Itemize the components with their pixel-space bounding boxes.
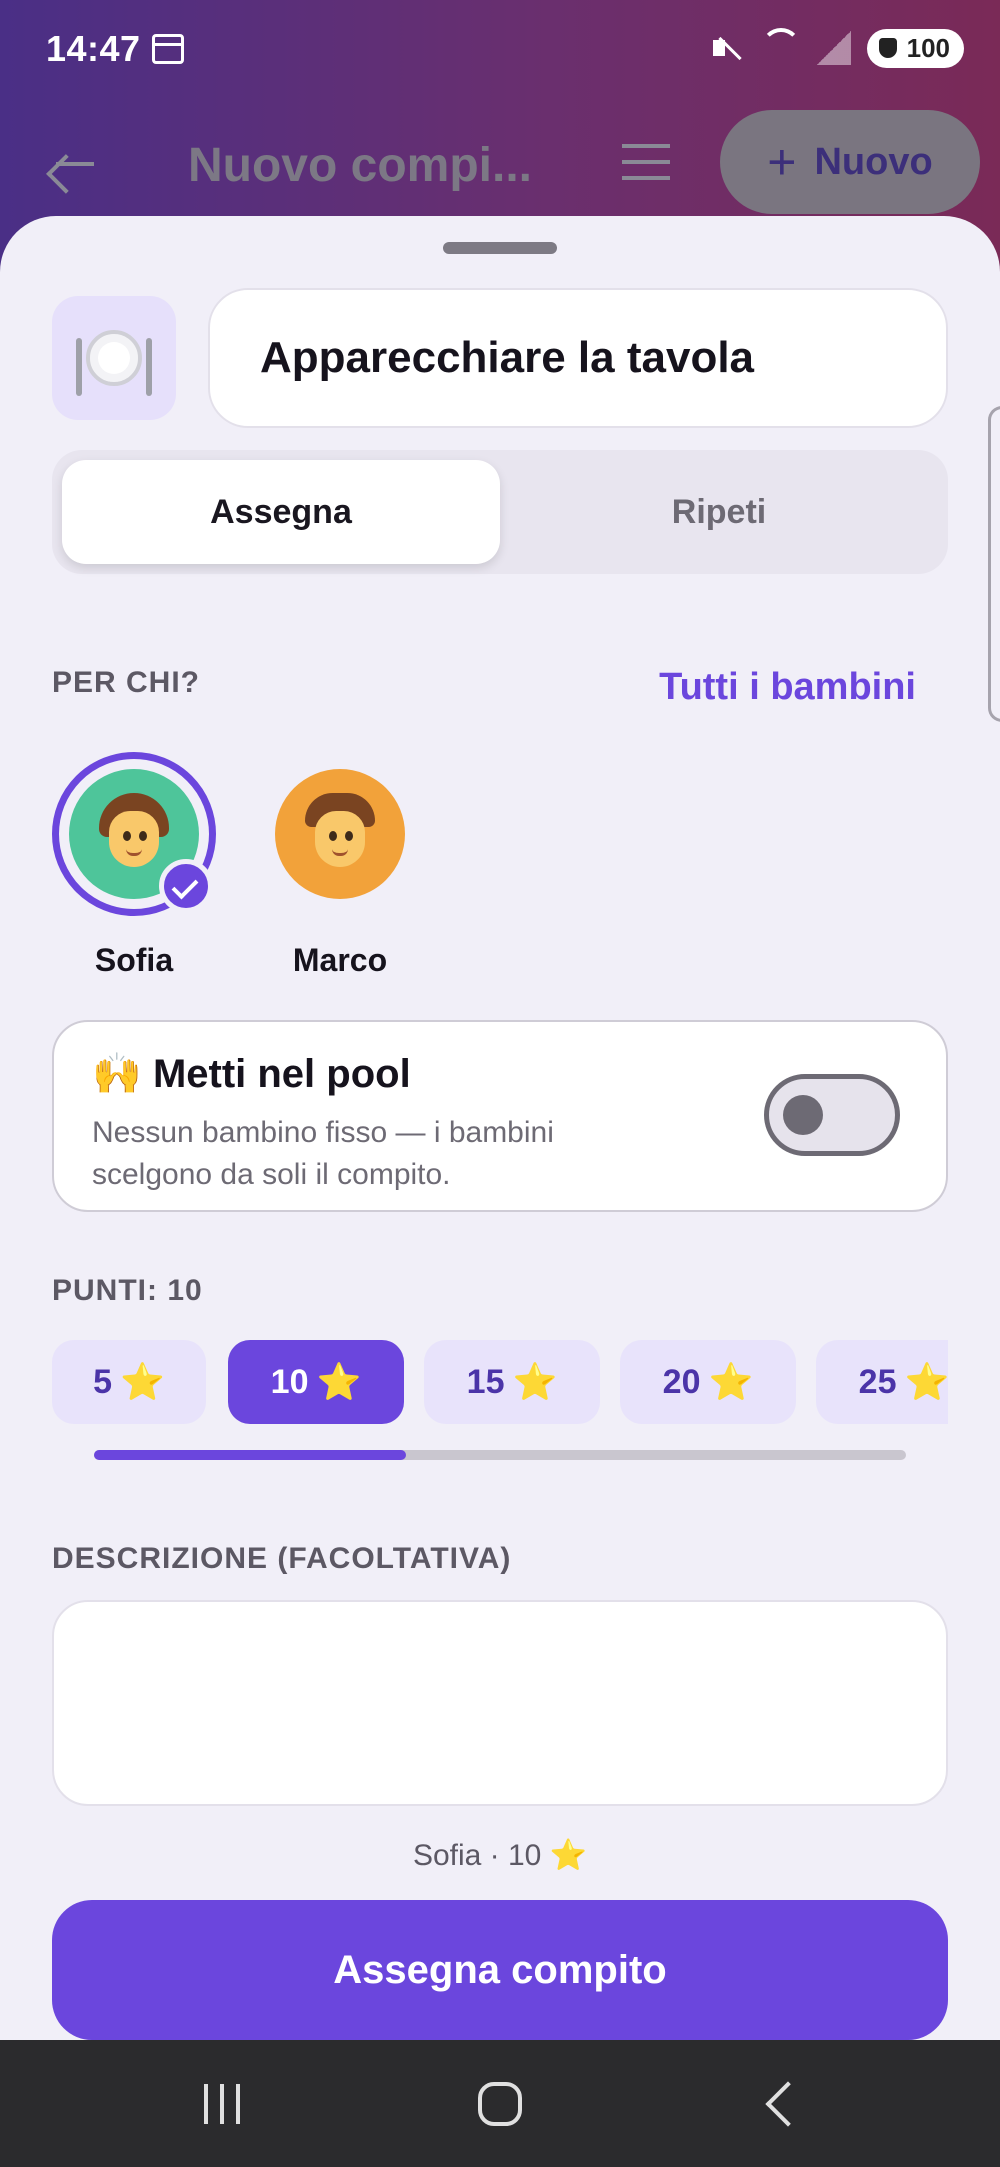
battery-indicator: 100 (866, 28, 964, 68)
chip-scrollbar-thumb[interactable] (94, 1450, 406, 1460)
toggle-knob (783, 1095, 823, 1135)
points-chip-20[interactable]: 20 ⭐ (620, 1340, 796, 1424)
child-name: Marco (292, 942, 388, 978)
new-task-sheet: Apparecchiare la tavola Assegna Ripeti P… (0, 216, 1000, 2040)
chip-scrollbar[interactable] (94, 1450, 906, 1460)
top-app-bar: Nuovo compi... + Nuovo (0, 108, 1000, 218)
pool-title: 🙌 Metti nel pool (92, 1052, 411, 1096)
points-chip-5[interactable]: 5 ⭐ (52, 1340, 206, 1424)
tab-assegna[interactable]: Assegna (62, 460, 500, 564)
plus-icon: + (767, 134, 797, 190)
points-chip-10[interactable]: 10 ⭐ (228, 1340, 404, 1424)
star-icon: ⭐ (120, 1361, 165, 1402)
description-input[interactable] (52, 1600, 948, 1806)
home-icon[interactable] (478, 2082, 522, 2126)
star-icon: ⭐ (904, 1361, 949, 1402)
status-time: 14:47 (46, 28, 141, 69)
no-signal-icon (816, 31, 851, 65)
recents-icon[interactable] (200, 2084, 244, 2124)
back-arrow-icon[interactable] (50, 138, 100, 188)
task-icon-picker[interactable] (52, 296, 176, 420)
sheet-drag-handle[interactable] (443, 242, 557, 254)
boy-emoji-icon (305, 793, 375, 871)
mode-segmented-control: Assegna Ripeti (52, 450, 948, 574)
tab-ripeti[interactable]: Ripeti (500, 460, 938, 564)
pool-toggle[interactable] (764, 1074, 900, 1156)
points-chip-row[interactable]: 5 ⭐ 10 ⭐ 15 ⭐ 20 ⭐ 25 ⭐ (52, 1340, 948, 1426)
child-sofia[interactable]: Sofia (52, 752, 216, 979)
child-marco[interactable]: Marco (258, 752, 422, 979)
edge-panel-handle[interactable] (988, 406, 1000, 722)
avatar (52, 752, 216, 916)
calendar-icon (152, 34, 184, 64)
task-title-input[interactable]: Apparecchiare la tavola (208, 288, 948, 428)
points-chip-15[interactable]: 15 ⭐ (424, 1340, 600, 1424)
new-task-button-label: Nuovo (814, 140, 933, 183)
raised-hands-icon: 🙌 (92, 1052, 142, 1096)
star-icon: ⭐ (316, 1361, 362, 1402)
wifi-icon (760, 28, 801, 68)
back-icon[interactable] (765, 2081, 811, 2127)
assignment-summary: Sofia · 10 ⭐ (412, 1839, 588, 1872)
system-nav-bar (0, 2040, 1000, 2167)
pool-description: Nessun bambino fisso — i bambini scelgon… (92, 1116, 554, 1191)
status-icons: 100 (709, 28, 964, 68)
status-bar: 14:47 100 (0, 0, 1000, 100)
girl-emoji-icon (99, 793, 169, 871)
description-label: DESCRIZIONE (FACOLTATIVA) (52, 1542, 512, 1575)
new-task-button[interactable]: + Nuovo (720, 110, 980, 214)
star-icon: ⭐ (708, 1361, 754, 1402)
plate-cutlery-icon (76, 330, 152, 396)
avatar (258, 752, 422, 916)
pool-card: 🙌 Metti nel pool Nessun bambino fisso — … (52, 1020, 948, 1212)
check-icon (159, 859, 213, 913)
page-title: Nuovo compi... (188, 139, 533, 192)
points-chip-25[interactable]: 25 ⭐ (816, 1340, 948, 1424)
assign-task-button[interactable]: Assegna compito (52, 1900, 948, 2040)
points-label: PUNTI: 10 (52, 1274, 203, 1307)
filter-sliders-icon[interactable] (622, 140, 670, 186)
child-name: Sofia (94, 942, 174, 978)
all-children-link[interactable]: Tutti i bambini (659, 666, 916, 709)
for-whom-label: PER CHI? (52, 666, 201, 699)
star-icon: ⭐ (512, 1361, 558, 1402)
mute-icon (709, 30, 745, 66)
